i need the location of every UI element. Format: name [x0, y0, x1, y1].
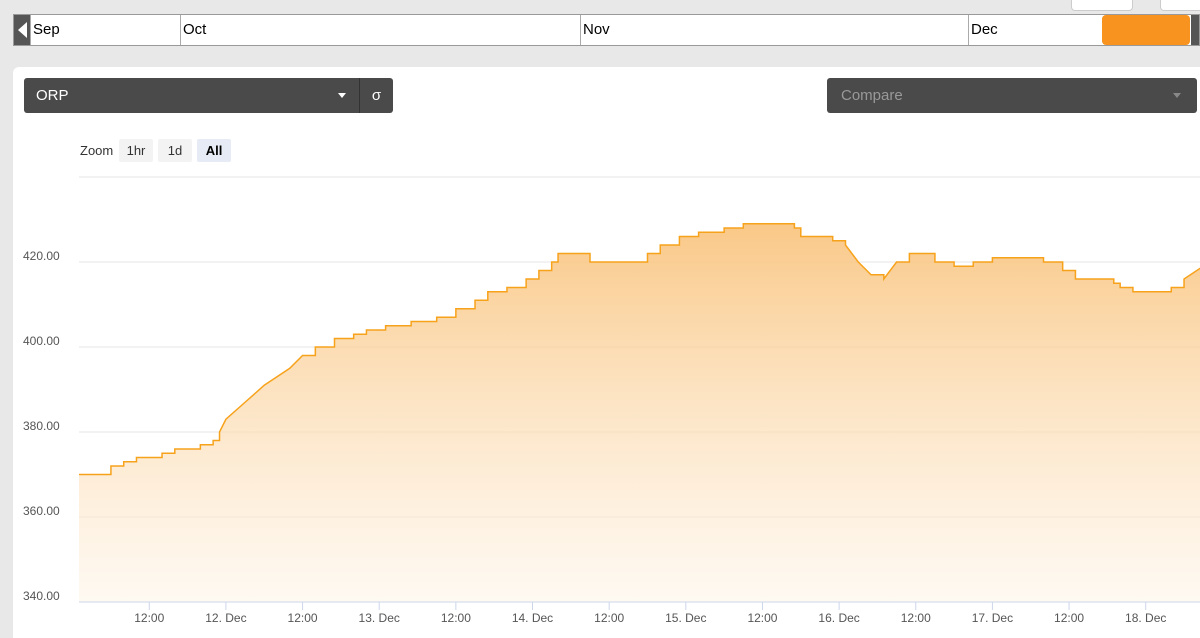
x-tick-label: 12:00 — [901, 611, 931, 625]
navigator-month-sep: Sep — [30, 15, 180, 45]
chart-card: ORP σ Compare Zoom 1hr 1d All 340.00 360.… — [13, 67, 1200, 638]
navigator-scroll-left-button[interactable] — [14, 15, 30, 45]
arrow-left-icon — [17, 22, 27, 38]
x-tick-label: 12:00 — [1054, 611, 1084, 625]
x-tick-label: 12:00 — [134, 611, 164, 625]
x-tick-label: 16. Dec — [818, 611, 859, 625]
navigator-scroll-right-button[interactable] — [1191, 15, 1199, 45]
x-tick-label: 15. Dec — [665, 611, 706, 625]
x-tick-label: 12:00 — [288, 611, 318, 625]
orp-chart: 340.00 360.00 380.00 400.00 420.00 12:00 12. … — [23, 176, 1200, 625]
y-tick-label: 400.00 — [23, 334, 60, 348]
navigator-month-dec: Dec — [968, 15, 1102, 45]
x-tick-label: 12. Dec — [205, 611, 246, 625]
navigator-handle-left[interactable] — [1071, 0, 1133, 11]
y-tick-label: 420.00 — [23, 249, 60, 263]
x-tick-label: 12:00 — [594, 611, 624, 625]
x-tick-label: 13. Dec — [359, 611, 400, 625]
x-tick-label: 12:00 — [747, 611, 777, 625]
y-tick-label: 340.00 — [23, 589, 60, 603]
navigator-month-nov: Nov — [580, 15, 968, 45]
x-tick-label: 14. Dec — [512, 611, 553, 625]
navigator-handle-right[interactable] — [1160, 0, 1200, 11]
series-area-fill — [79, 223, 1200, 602]
navigator-month-oct: Oct — [180, 15, 580, 45]
x-tick-label: 12:00 — [441, 611, 471, 625]
x-tick-label: 18. Dec — [1125, 611, 1166, 625]
range-navigator[interactable]: Sep Oct Nov Dec — [13, 14, 1200, 46]
y-tick-label: 380.00 — [23, 419, 60, 433]
y-tick-label: 360.00 — [23, 504, 60, 518]
navigator-selected-range[interactable] — [1102, 15, 1190, 45]
x-tick-label: 17. Dec — [972, 611, 1013, 625]
